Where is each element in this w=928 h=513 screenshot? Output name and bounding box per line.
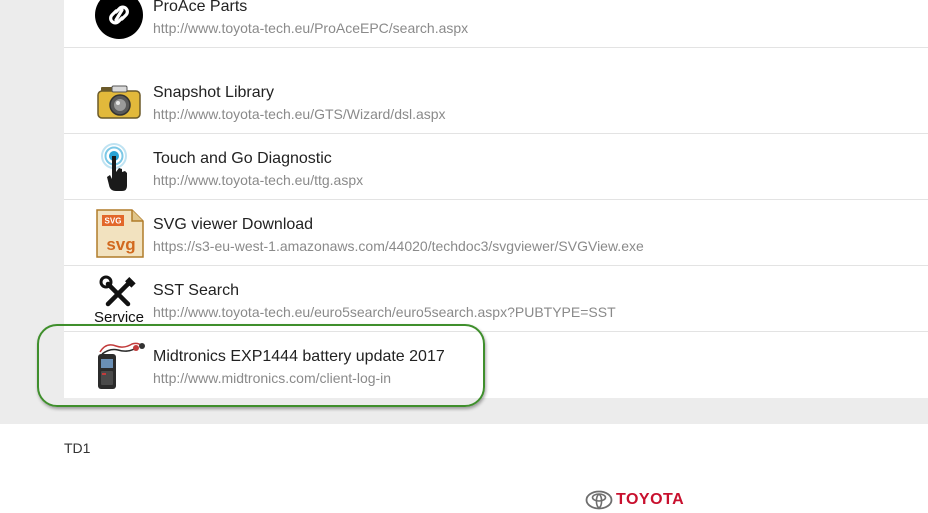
svg-text:svg: svg xyxy=(106,235,135,254)
links-list: ProAce Parts http://www.toyota-tech.eu/P… xyxy=(64,0,928,398)
list-item-svg-viewer[interactable]: SVG svg SVG viewer Download https://s3-e… xyxy=(64,200,928,266)
link-title[interactable]: Midtronics EXP1444 battery update 2017 xyxy=(153,348,445,366)
svg-file-icon: SVG svg xyxy=(92,208,146,258)
camera-icon xyxy=(92,76,146,126)
page-background: ProAce Parts http://www.toyota-tech.eu/P… xyxy=(0,0,928,424)
list-item-touch-and-go[interactable]: Touch and Go Diagnostic http://www.toyot… xyxy=(64,134,928,200)
toyota-logo: TOYOTA xyxy=(585,488,685,512)
svg-text:SVG: SVG xyxy=(105,217,122,226)
link-title[interactable]: SST Search xyxy=(153,282,239,300)
link-title[interactable]: Snapshot Library xyxy=(153,84,274,102)
link-title[interactable]: SVG viewer Download xyxy=(153,216,313,234)
link-url[interactable]: http://www.toyota-tech.eu/ProAceEPC/sear… xyxy=(153,20,468,36)
link-title[interactable]: Touch and Go Diagnostic xyxy=(153,150,332,168)
service-tools-icon: Service xyxy=(92,274,146,324)
brand-name: TOYOTA xyxy=(616,491,685,508)
list-item-snapshot-library[interactable]: Snapshot Library http://www.toyota-tech.… xyxy=(64,68,928,134)
link-url[interactable]: http://www.toyota-tech.eu/GTS/Wizard/dsl… xyxy=(153,106,446,122)
list-item-proace-parts[interactable]: ProAce Parts http://www.toyota-tech.eu/P… xyxy=(64,0,928,48)
footer-code: TD1 xyxy=(64,440,91,456)
link-title[interactable]: ProAce Parts xyxy=(153,0,247,16)
touch-hand-icon xyxy=(92,142,146,192)
link-url[interactable]: https://s3-eu-west-1.amazonaws.com/44020… xyxy=(153,238,644,254)
list-item-midtronics[interactable]: Midtronics EXP1444 battery update 2017 h… xyxy=(64,332,928,398)
link-url[interactable]: http://www.midtronics.com/client-log-in xyxy=(153,370,391,386)
toyota-emblem-icon xyxy=(585,490,613,510)
battery-tester-icon xyxy=(92,340,146,390)
list-item-sst-search[interactable]: Service SST Search http://www.toyota-tec… xyxy=(64,266,928,332)
link-url[interactable]: http://www.toyota-tech.eu/ttg.aspx xyxy=(153,172,363,188)
link-icon xyxy=(92,0,146,40)
link-url[interactable]: http://www.toyota-tech.eu/euro5search/eu… xyxy=(153,304,616,320)
svg-text:Service: Service xyxy=(94,309,144,324)
